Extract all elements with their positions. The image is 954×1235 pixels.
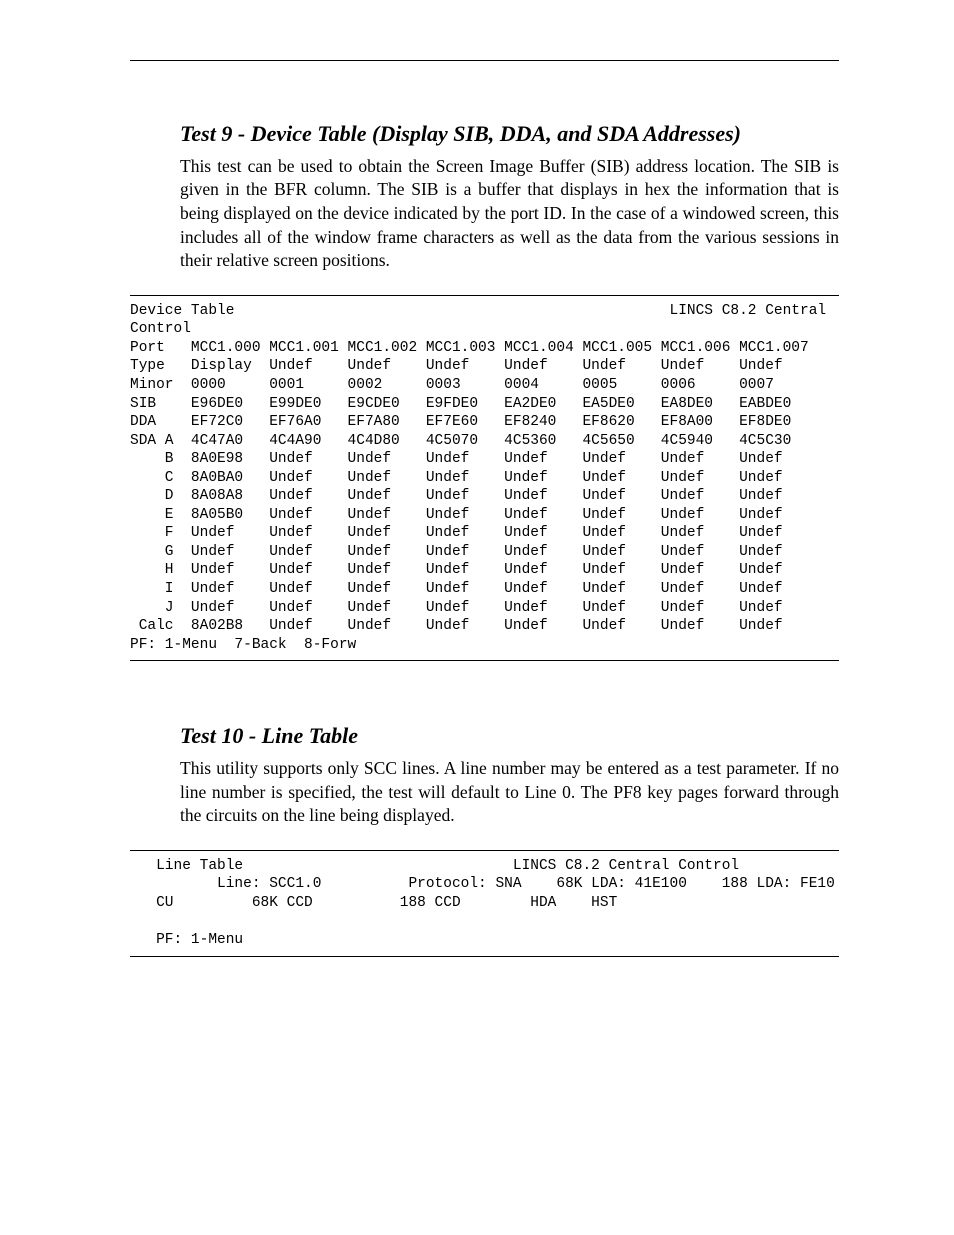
section-1-title: Test 9 - Device Table (Display SIB, DDA,… (180, 119, 839, 149)
page-top-rule (130, 60, 839, 61)
section-2-paragraph: This utility supports only SCC lines. A … (180, 757, 839, 828)
section-1-paragraph: This test can be used to obtain the Scre… (180, 155, 839, 273)
section-2-title: Test 10 - Line Table (180, 721, 839, 751)
line-table-terminal: Line Table LINCS C8.2 Central Control Li… (130, 850, 839, 957)
device-table-terminal: Device Table LINCS C8.2 Central Control … (130, 295, 839, 661)
